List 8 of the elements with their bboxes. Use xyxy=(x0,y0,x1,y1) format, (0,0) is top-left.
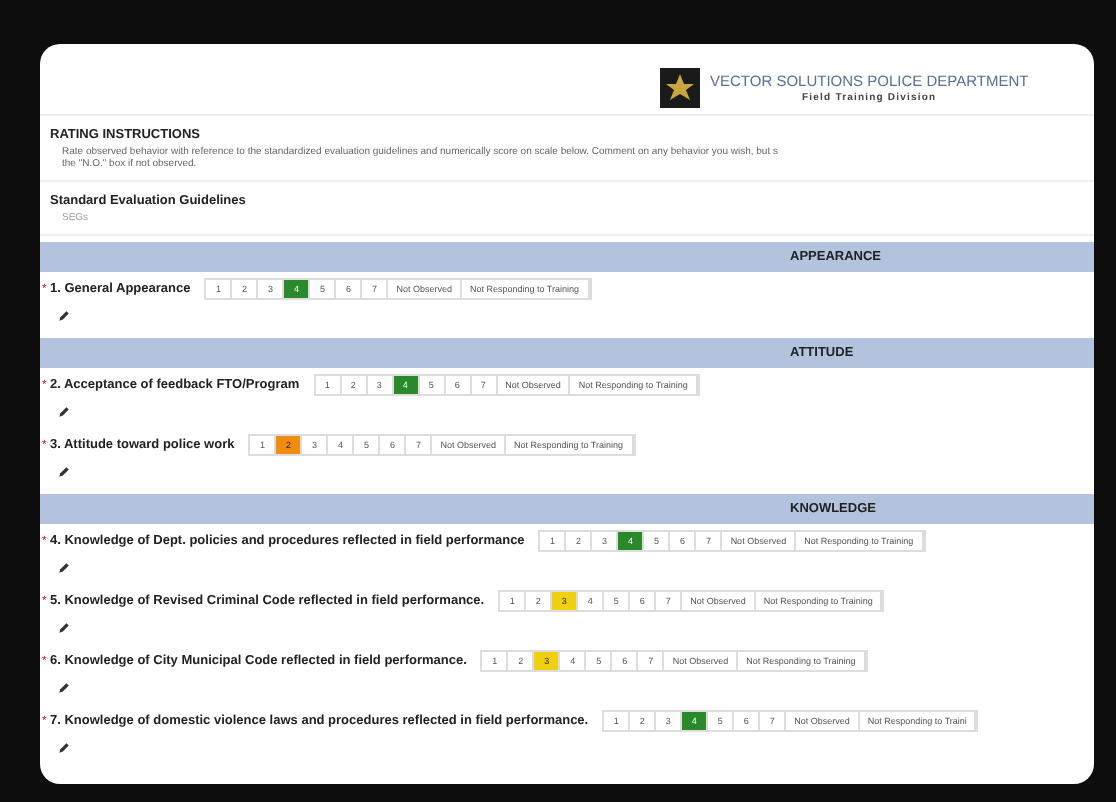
pencil-icon[interactable] xyxy=(58,562,70,574)
pencil-icon[interactable] xyxy=(58,622,70,634)
star-badge-icon xyxy=(660,68,700,108)
pencil-icon[interactable] xyxy=(58,682,70,694)
pencil-icon[interactable] xyxy=(58,742,70,754)
pencil-icon[interactable] xyxy=(58,406,70,418)
pencil-icon[interactable] xyxy=(58,466,70,478)
pencil-icon[interactable] xyxy=(58,310,70,322)
